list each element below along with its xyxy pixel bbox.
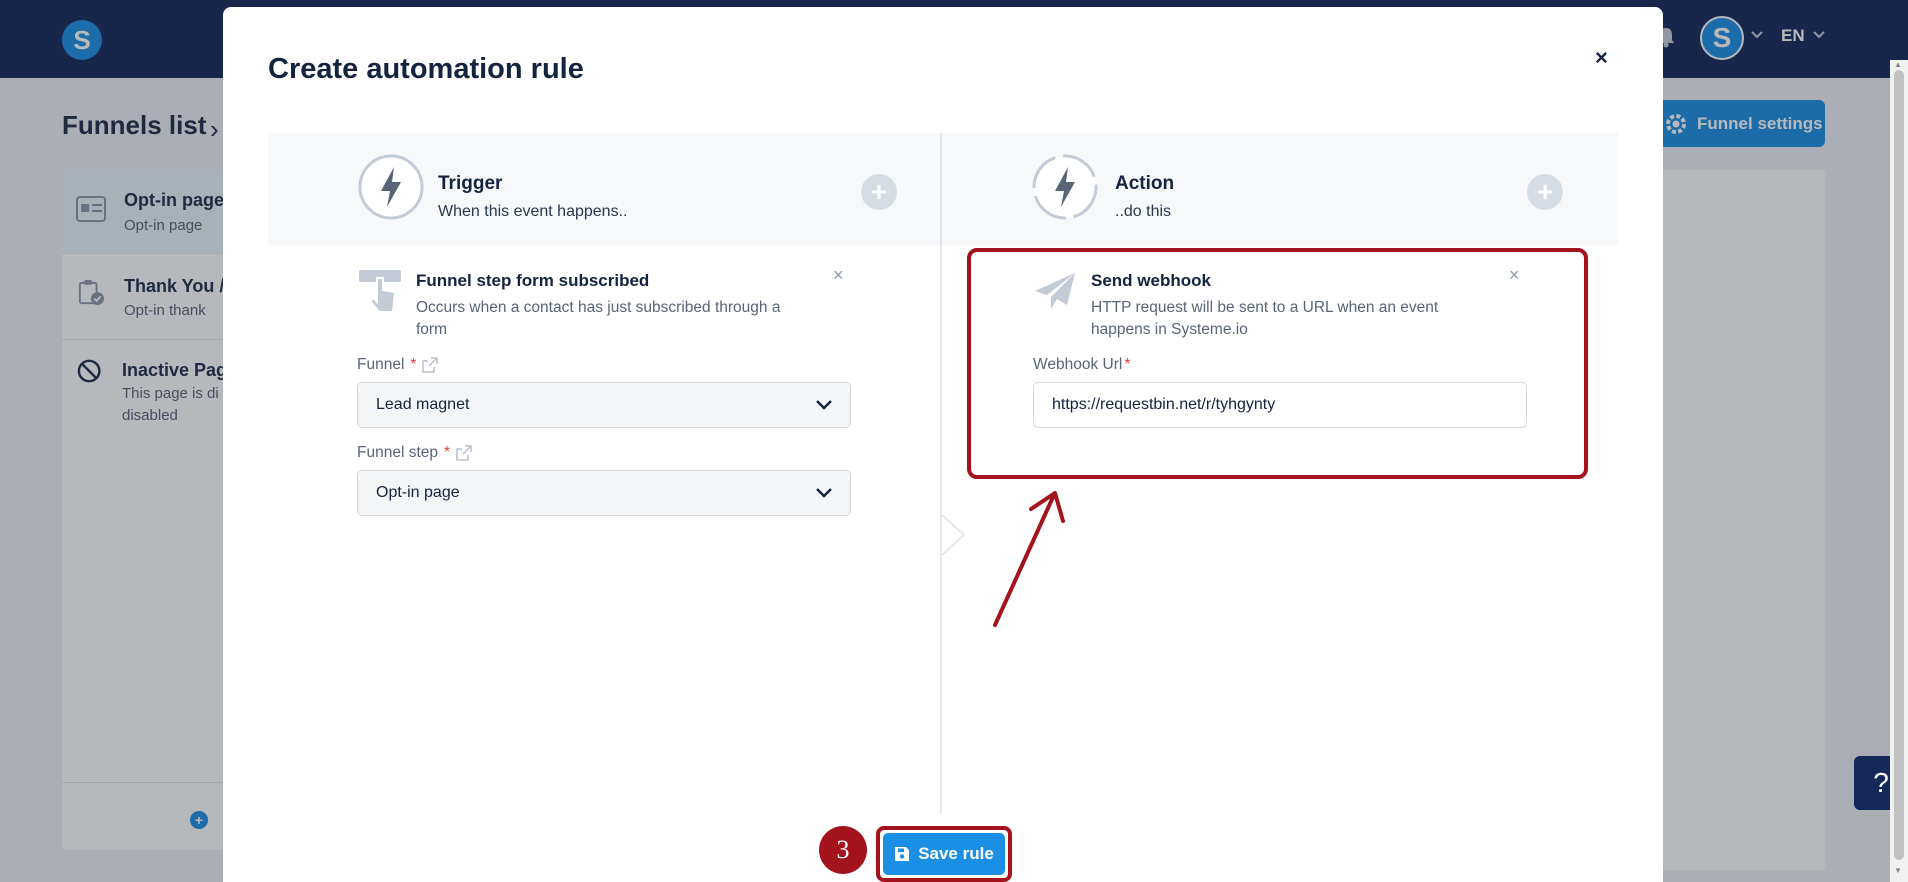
add-action-plus-icon[interactable]: + — [1527, 174, 1563, 210]
add-trigger-plus-icon[interactable]: + — [861, 174, 897, 210]
modal-title: Create automation rule — [268, 53, 584, 85]
chevron-down-icon — [816, 488, 832, 498]
chevron-down-icon — [816, 400, 832, 410]
required-mark: * — [444, 444, 451, 461]
scroll-thumb[interactable] — [1894, 70, 1904, 860]
scroll-down-arrow-icon[interactable]: ▼ — [1894, 866, 1902, 875]
funnel-step-label: Funnel step * — [357, 444, 472, 462]
trigger-card-title: Funnel step form subscribed — [416, 271, 650, 290]
action-header: Action ..do this + — [942, 133, 1618, 245]
page-scrollbar[interactable]: ▲ ▼ — [1890, 60, 1908, 882]
external-link-icon[interactable] — [422, 357, 439, 373]
annotation-arrow-icon — [993, 491, 1065, 627]
create-automation-rule-modal: Create automation rule × Trigger When th… — [223, 7, 1663, 882]
close-button[interactable]: × — [1595, 45, 1608, 71]
action-title: Action — [1115, 173, 1175, 194]
funnel-step-label-text: Funnel step — [357, 444, 438, 461]
trigger-header: Trigger When this event happens.. + — [268, 133, 940, 245]
scroll-up-arrow-icon[interactable]: ▲ — [1894, 60, 1902, 69]
funnel-select[interactable]: Lead magnet — [357, 382, 851, 428]
required-mark: * — [410, 356, 417, 373]
lightning-bolt-icon — [358, 154, 424, 220]
external-link-icon[interactable] — [456, 445, 472, 461]
action-subtitle: ..do this — [1115, 203, 1172, 220]
step-number-badge: 3 — [819, 826, 867, 874]
funnel-step-select-value: Opt-in page — [376, 484, 460, 501]
trigger-subtitle: When this event happens.. — [438, 203, 628, 220]
funnel-step-select[interactable]: Opt-in page — [357, 470, 851, 516]
divider-notch — [941, 515, 966, 555]
funnel-label-text: Funnel — [357, 356, 405, 373]
save-rule-button[interactable]: Save rule — [883, 833, 1005, 875]
column-divider — [940, 133, 942, 813]
save-rule-label: Save rule — [918, 844, 994, 863]
trigger-card-description: form — [416, 321, 447, 338]
trigger-title: Trigger — [438, 173, 503, 194]
funnel-select-value: Lead magnet — [376, 396, 470, 413]
pointer-form-icon — [359, 270, 401, 313]
remove-trigger-button[interactable]: × — [833, 265, 844, 286]
floppy-disk-icon — [895, 847, 910, 861]
funnel-label: Funnel * — [357, 356, 439, 374]
lightning-cycle-icon — [1032, 154, 1098, 220]
trigger-card-description: Occurs when a contact has just subscribe… — [416, 299, 781, 316]
annotation-highlight-box — [967, 248, 1588, 479]
